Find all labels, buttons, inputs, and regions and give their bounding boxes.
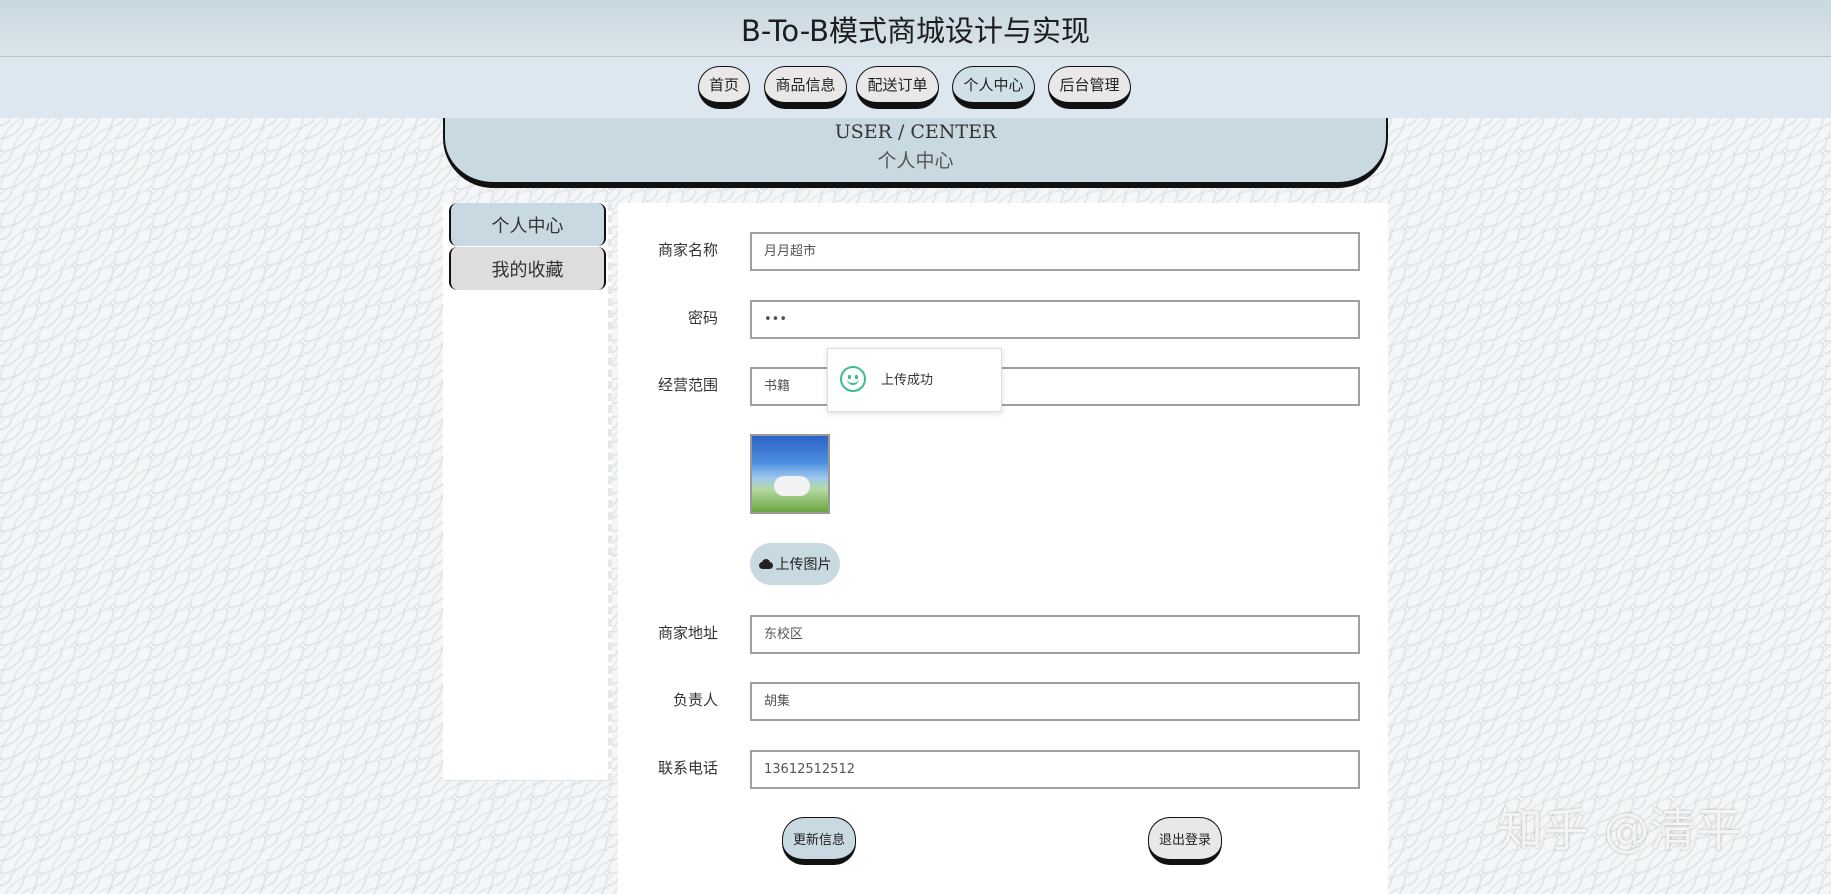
merchant-name-input[interactable]: 月月超市 xyxy=(750,232,1360,271)
nav-personal-center[interactable]: 个人中心 xyxy=(952,66,1035,109)
sidebar-item-personal-center[interactable]: 个人中心 xyxy=(449,203,606,246)
toast-message: 上传成功 xyxy=(881,373,934,388)
smile-icon-mouth xyxy=(847,377,859,385)
thumbnail-image-content xyxy=(774,476,810,496)
manager-label: 负责人 xyxy=(672,691,718,709)
form-row-business-scope: 经营范围 书籍 xyxy=(618,365,1388,406)
phone-input[interactable]: 13612512512 xyxy=(750,750,1360,789)
update-info-button[interactable]: 更新信息 xyxy=(782,817,856,865)
cloud-upload-icon xyxy=(758,559,773,569)
smile-icon xyxy=(840,366,866,392)
form-row-manager: 负责人 胡集 xyxy=(618,680,1388,721)
form-row-address: 商家地址 东校区 xyxy=(618,613,1388,654)
merchant-image-thumbnail xyxy=(750,434,830,514)
nav-home[interactable]: 首页 xyxy=(698,66,750,109)
phone-label: 联系电话 xyxy=(657,759,718,777)
nav-admin[interactable]: 后台管理 xyxy=(1048,66,1131,109)
section-banner: USER / CENTER 个人中心 xyxy=(443,118,1388,188)
upload-image-button[interactable]: 上传图片 xyxy=(750,543,840,585)
nav-delivery-orders[interactable]: 配送订单 xyxy=(856,66,939,109)
address-label: 商家地址 xyxy=(657,624,718,642)
upload-image-label: 上传图片 xyxy=(775,557,832,573)
watermark: 知乎 @清平 xyxy=(1497,803,1742,857)
sidebar-item-favorites[interactable]: 我的收藏 xyxy=(449,247,606,290)
banner-english-title: USER / CENTER xyxy=(834,121,997,143)
site-title: B-To-B模式商城设计与实现 xyxy=(740,14,1091,48)
site-header: B-To-B模式商城设计与实现 xyxy=(0,0,1831,57)
manager-input[interactable]: 胡集 xyxy=(750,682,1360,721)
profile-form-panel: 商家名称 月月超市 密码 ••• 经营范围 书籍 上传图片 商家地址 东校区 负… xyxy=(618,203,1388,894)
sidebar: 个人中心 我的收藏 xyxy=(443,203,612,781)
form-row-password: 密码 ••• xyxy=(618,298,1388,339)
password-label: 密码 xyxy=(687,309,718,327)
password-input[interactable]: ••• xyxy=(750,300,1360,339)
address-input[interactable]: 东校区 xyxy=(750,615,1360,654)
logout-button[interactable]: 退出登录 xyxy=(1148,817,1222,865)
banner-chinese-title: 个人中心 xyxy=(877,150,954,172)
business-scope-label: 经营范围 xyxy=(657,376,718,394)
merchant-name-label: 商家名称 xyxy=(657,241,718,259)
form-row-merchant-name: 商家名称 月月超市 xyxy=(618,230,1388,271)
main-nav: 首页 商品信息 配送订单 个人中心 后台管理 xyxy=(0,57,1831,118)
upload-success-toast: 上传成功 xyxy=(827,348,1002,412)
nav-products[interactable]: 商品信息 xyxy=(764,66,847,109)
form-row-phone: 联系电话 13612512512 xyxy=(618,748,1388,789)
